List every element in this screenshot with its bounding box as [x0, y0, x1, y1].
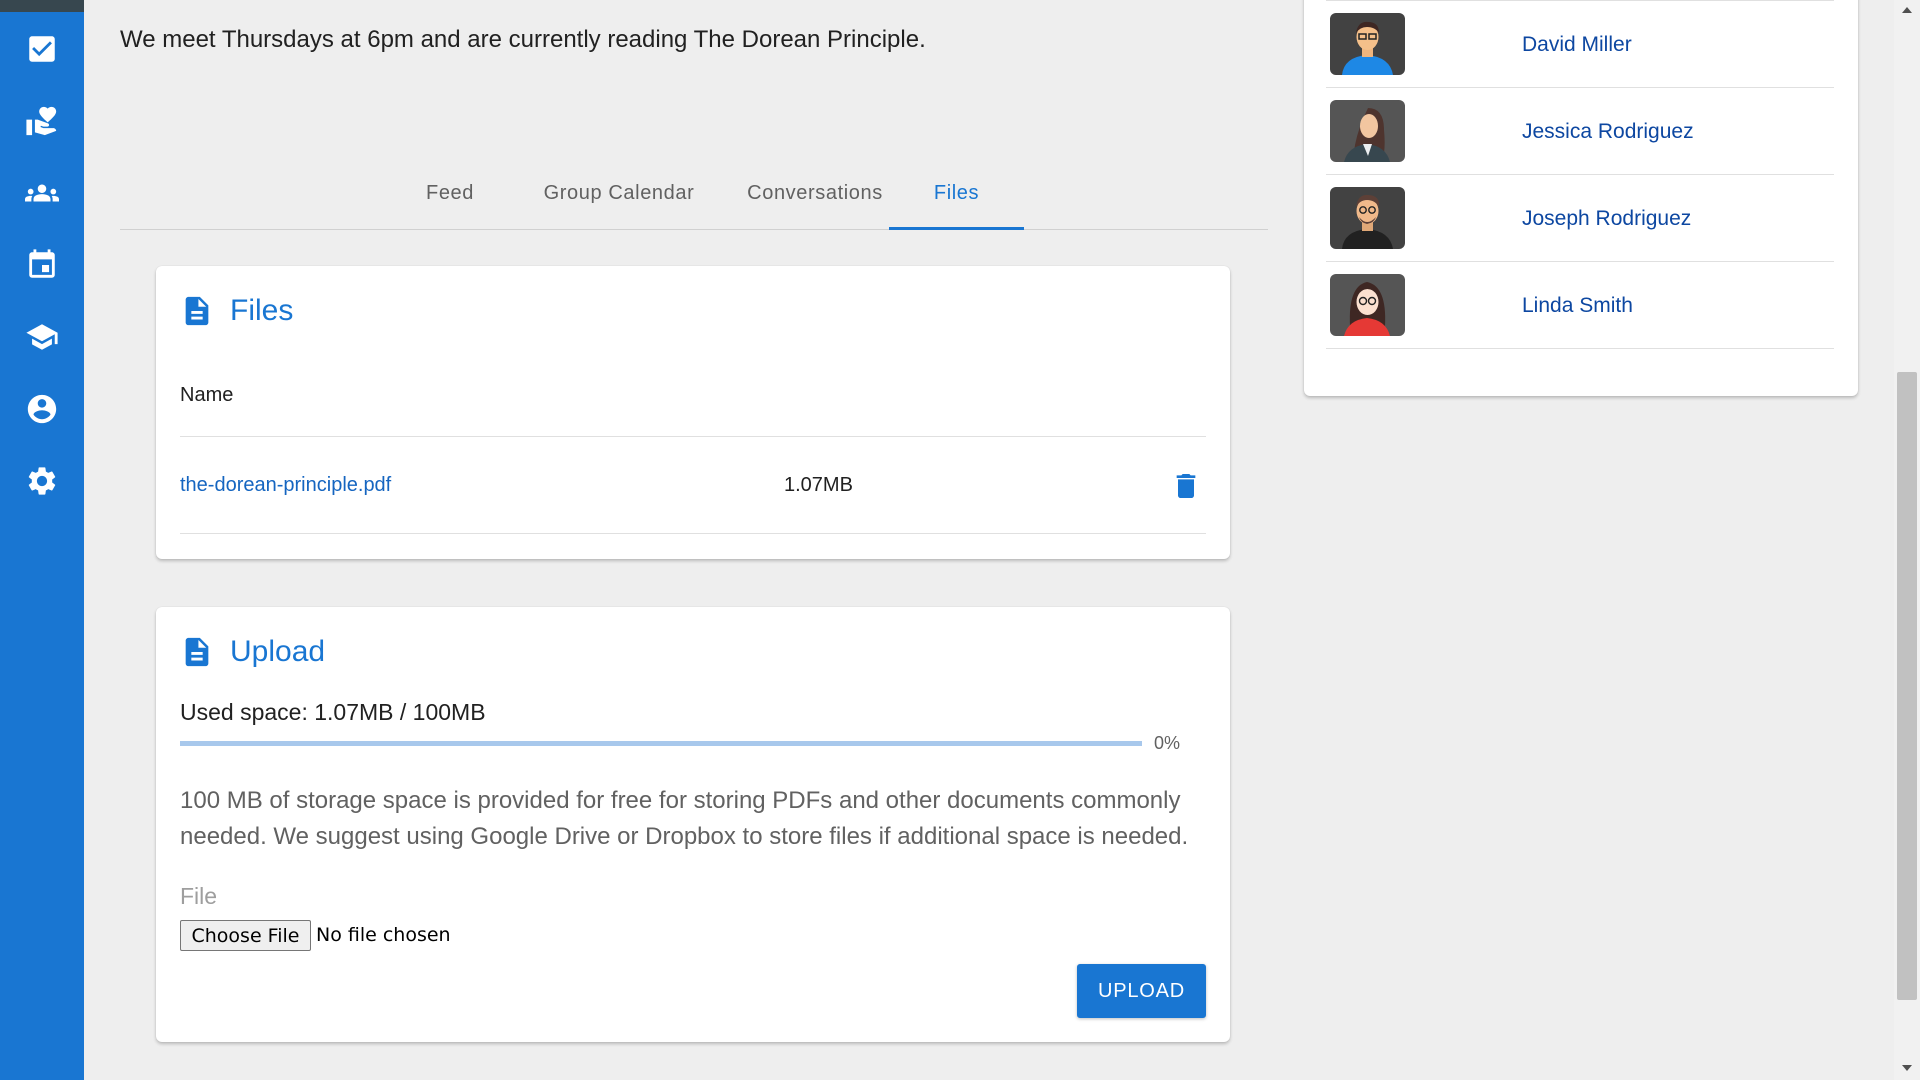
used-space-text: Used space: 1.07MB / 100MB [180, 699, 486, 725]
delete-file-button[interactable] [1170, 470, 1202, 502]
storage-info-text: 100 MB of storage space is provided for … [180, 787, 1189, 850]
scrollbar-thumb[interactable] [1897, 372, 1917, 1000]
school-icon [26, 324, 58, 350]
progress-percent: 0% [1154, 733, 1181, 753]
sidebar-item-calendar[interactable] [22, 245, 62, 285]
tab-files[interactable]: Files [889, 168, 1024, 230]
divider [180, 436, 1206, 437]
calendar-icon [29, 249, 55, 278]
upload-button[interactable]: UPLOAD [1077, 964, 1206, 1018]
sidebar-top-strip [0, 0, 84, 12]
hand-heart-icon [26, 106, 57, 136]
scroll-down-arrow-icon[interactable] [1901, 1063, 1913, 1073]
avatar [1330, 13, 1405, 75]
file-link[interactable]: the-dorean-principle.pdf [180, 474, 391, 497]
avatar [1330, 100, 1405, 162]
avatar [1330, 274, 1405, 336]
member-name[interactable]: Joseph Rodriguez [1522, 207, 1691, 231]
group-icon [25, 184, 59, 202]
file-size: 1.07MB [784, 474, 853, 496]
member-name[interactable]: David Miller [1522, 33, 1632, 57]
upload-card: Upload Used space: 1.07MB / 100MB 0% 100… [156, 607, 1230, 1042]
gear-icon [28, 467, 56, 495]
files-title-text: Files [230, 294, 294, 327]
page-scrollbar[interactable] [1894, 0, 1920, 1080]
member-name[interactable]: Jessica Rodriguez [1522, 120, 1694, 144]
trash-icon [1176, 474, 1196, 498]
sidebar [0, 0, 84, 1080]
files-card-title: Files [180, 294, 293, 328]
member-row[interactable]: David Miller [1326, 1, 1834, 88]
sidebar-item-profile[interactable] [22, 389, 62, 429]
member-row[interactable]: Jessica Rodriguez [1326, 88, 1834, 175]
files-card: Files Name the-dorean-principle.pdf 1.07… [156, 266, 1230, 559]
no-file-chosen-text: No file chosen [316, 924, 451, 946]
file-field-label: File [180, 883, 218, 909]
tab-feed[interactable]: Feed [380, 168, 520, 230]
column-header-name: Name [180, 384, 234, 406]
sidebar-item-tasks[interactable] [22, 29, 62, 69]
tab-bar: Feed Group Calendar Conversations Files [120, 168, 1268, 230]
checkbox-icon [29, 36, 55, 62]
member-row[interactable]: Linda Smith [1326, 262, 1834, 349]
members-card: David Miller Jessica Rodriguez Joseph Ro… [1304, 0, 1858, 396]
upload-card-title: Upload [180, 635, 325, 669]
tab-group-calendar[interactable]: Group Calendar [520, 168, 718, 230]
member-name[interactable]: Linda Smith [1522, 294, 1633, 318]
sidebar-item-courses[interactable] [22, 317, 62, 357]
tab-conversations[interactable]: Conversations [718, 168, 912, 230]
document-icon [185, 296, 209, 326]
choose-file-button[interactable]: Choose File [180, 920, 311, 951]
sidebar-item-settings[interactable] [22, 461, 62, 501]
member-row[interactable]: Joseph Rodriguez [1326, 175, 1834, 262]
storage-progress-bar [180, 741, 1142, 746]
upload-title-text: Upload [230, 635, 326, 668]
document-icon [185, 637, 209, 667]
group-description: We meet Thursdays at 6pm and are current… [120, 26, 926, 53]
scroll-up-arrow-icon[interactable] [1901, 5, 1913, 15]
account-circle-icon [27, 394, 57, 424]
sidebar-item-ministry[interactable] [22, 101, 62, 141]
avatar [1330, 187, 1405, 249]
sidebar-item-groups[interactable] [22, 173, 62, 213]
divider [180, 533, 1206, 534]
